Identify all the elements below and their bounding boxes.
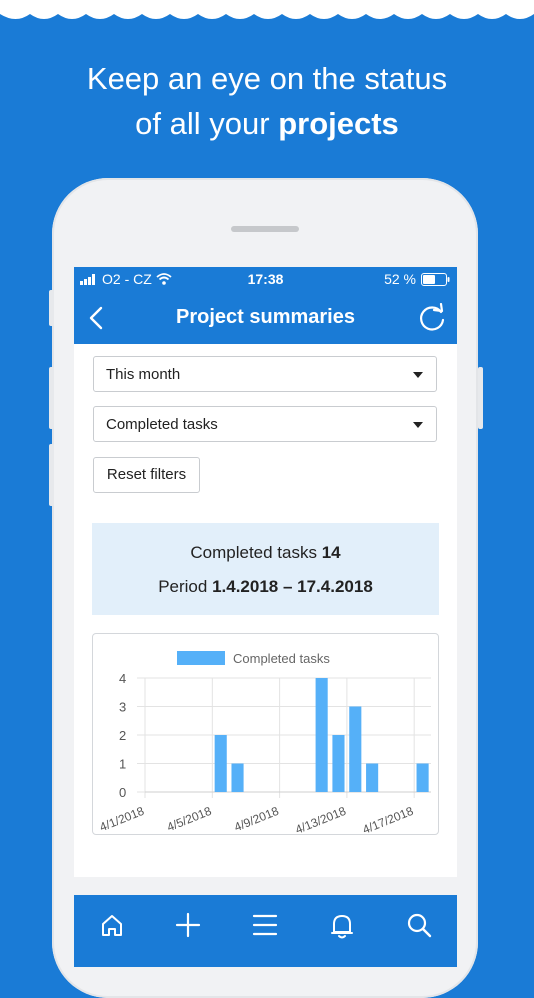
phone-side-button [49, 367, 54, 429]
status-bar: O2 - CZ 17:38 52 % [74, 267, 457, 291]
y-tick-label: 3 [119, 700, 126, 715]
refresh-icon[interactable] [417, 303, 447, 333]
bar [366, 763, 379, 792]
bar [332, 735, 345, 792]
app-screen: O2 - CZ 17:38 52 % Project summaries Thi… [74, 267, 457, 967]
summary-period-label: Period [158, 577, 208, 596]
bar [231, 763, 244, 792]
legend-label: Completed tasks [233, 651, 330, 666]
nav-bar: Project summaries [74, 291, 457, 344]
metric-select-value: Completed tasks [106, 416, 218, 433]
y-tick-label: 0 [119, 785, 126, 800]
x-tick-label: 4/9/2018 [232, 804, 281, 834]
bar [315, 678, 328, 792]
summary-completed-label: Completed tasks [190, 543, 317, 562]
summary-completed: Completed tasks 14 [92, 543, 439, 563]
marketing-headline: Keep an eye on the status of all your pr… [0, 56, 534, 146]
phone-side-button [49, 444, 54, 506]
phone-speaker [231, 226, 299, 232]
reset-filters-button[interactable]: Reset filters [93, 457, 200, 493]
battery-icon [421, 272, 450, 286]
dropdown-caret-icon [413, 422, 423, 428]
period-select[interactable]: This month [93, 356, 437, 392]
bar [349, 706, 362, 792]
x-tick-label: 4/17/2018 [361, 804, 416, 834]
dropdown-caret-icon [413, 372, 423, 378]
y-tick-label: 2 [119, 728, 126, 743]
summary-period: Period 1.4.2018 – 17.4.2018 [92, 577, 439, 597]
home-icon[interactable] [92, 905, 132, 945]
y-tick-label: 1 [119, 757, 126, 772]
summary-panel: Completed tasks 14 Period 1.4.2018 – 17.… [92, 523, 439, 615]
status-right: 52 % [384, 271, 451, 287]
menu-icon[interactable] [245, 905, 285, 945]
headline-line2-bold: projects [278, 106, 399, 141]
chart-card: Completed tasks 0 1 2 3 4 4/1/2018 4/5/2018 4/9/… [92, 633, 439, 835]
y-tick-label: 4 [119, 671, 126, 686]
battery-percent: 52 % [384, 271, 416, 287]
metric-select[interactable]: Completed tasks [93, 406, 437, 442]
content-footer-gap [74, 877, 457, 897]
bell-icon[interactable] [322, 905, 362, 945]
legend-swatch [177, 651, 225, 665]
headline-line1: Keep an eye on the status [86, 61, 448, 96]
search-icon[interactable] [399, 905, 439, 945]
phone-side-button [49, 290, 54, 326]
period-select-value: This month [106, 366, 181, 383]
page-title: Project summaries [176, 306, 355, 328]
summary-completed-value: 14 [321, 543, 341, 562]
summary-period-value: 1.4.2018 – 17.4.2018 [212, 577, 373, 596]
x-tick-label: 4/5/2018 [165, 804, 214, 834]
completed-tasks-chart: Completed tasks 0 1 2 3 4 4/1/2018 4/5/2018 4/9/… [98, 651, 431, 834]
bar [416, 763, 429, 792]
x-tick-label: 4/1/2018 [98, 804, 147, 834]
plus-icon[interactable] [168, 905, 208, 945]
phone-side-button [478, 367, 483, 429]
x-tick-label: 4/13/2018 [293, 804, 348, 834]
tab-bar [74, 895, 457, 967]
headline-line2-prefix: of all your [135, 106, 270, 141]
bar [214, 735, 227, 792]
top-wave-decoration [0, 0, 534, 19]
headline-line2: of all your projects [0, 101, 534, 146]
